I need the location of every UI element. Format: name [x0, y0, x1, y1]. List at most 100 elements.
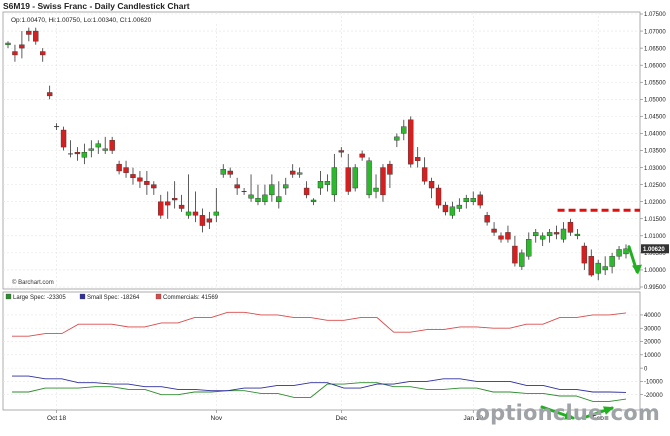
candle-up — [317, 181, 324, 189]
candle-up — [519, 252, 525, 267]
x-tick-label: Nov — [211, 415, 223, 422]
candle-up — [213, 211, 220, 216]
candle-down — [19, 44, 25, 49]
candle-up — [456, 204, 463, 209]
watermark: optionclue.com — [475, 401, 660, 425]
candle-down — [435, 187, 442, 206]
candle-down — [512, 245, 518, 264]
candle-down — [414, 157, 421, 161]
candle-up — [595, 262, 601, 274]
candle-down — [40, 51, 46, 56]
candle-down — [553, 232, 560, 235]
candle-up — [310, 199, 317, 202]
cot-panel — [2, 291, 641, 411]
cot-y-tick-label: 40000 — [644, 313, 661, 319]
candle-down — [178, 204, 185, 209]
candle-down — [505, 232, 511, 240]
candle-down — [158, 201, 164, 216]
candle-up — [560, 228, 567, 240]
cot-y-tick-label: -20000 — [644, 393, 663, 399]
chart-svg: S6M19 - Swiss Franc - Daily Candlestick … — [0, 0, 670, 431]
price-y-tick-label: 1.02500 — [644, 183, 666, 189]
cot-y-tick-label: 20000 — [644, 340, 661, 346]
cot-legend-swatch — [155, 293, 162, 300]
candle-up — [185, 211, 192, 216]
candle-down — [345, 167, 351, 192]
candle-down — [421, 167, 428, 182]
candle-up — [262, 194, 268, 202]
candle-up — [296, 172, 303, 175]
candle-down — [116, 163, 122, 172]
candle-up — [88, 148, 95, 151]
candle-up — [609, 256, 615, 267]
candle-down — [192, 211, 199, 216]
candle-down — [109, 140, 115, 151]
price-y-tick-label: 1.01500 — [644, 217, 666, 223]
cot-y-tick-label: 10000 — [644, 353, 661, 359]
candle-down — [46, 92, 53, 97]
candle-up — [463, 198, 469, 202]
candle-down — [26, 30, 32, 35]
candle-down — [74, 152, 81, 155]
candle-up — [248, 194, 254, 199]
candle-down — [408, 119, 414, 165]
cot-legend-label: Commercials: 41569 — [163, 295, 219, 301]
cot-legend-swatch — [79, 293, 86, 300]
candle-up — [449, 206, 456, 216]
candle-up — [366, 160, 372, 196]
price-y-tick-label: 1.05000 — [644, 98, 666, 104]
price-y-tick-label: 0.99500 — [644, 285, 666, 291]
price-y-tick-label: 1.05500 — [644, 80, 666, 86]
candle-up — [102, 148, 108, 151]
candle-down — [491, 228, 497, 233]
price-y-tick-label: 1.06000 — [644, 63, 666, 69]
candle-up — [324, 181, 331, 185]
cot-legend-label: Large Spec: -23305 — [13, 295, 66, 301]
candle-up — [255, 198, 261, 202]
cot-y-tick-label: 30000 — [644, 326, 661, 332]
candle-down — [498, 235, 504, 240]
candle-up — [533, 232, 539, 237]
cot-legend-swatch — [5, 293, 12, 300]
candle-down — [477, 194, 483, 206]
candle-down — [588, 256, 594, 276]
cot-y-tick-label: -10000 — [644, 380, 663, 386]
candle-up — [470, 198, 476, 202]
candle-up — [331, 167, 338, 196]
chart-title: S6M19 - Swiss Franc - Daily Candlestick … — [3, 1, 190, 11]
candle-down — [227, 170, 233, 175]
candle-down — [428, 181, 435, 189]
candle-down — [123, 167, 129, 173]
cot-legend-label: Small Spec: -18264 — [87, 295, 140, 301]
candle-down — [144, 181, 150, 185]
candle-down — [151, 184, 157, 189]
price-y-tick-label: 1.00000 — [644, 268, 666, 274]
candle-up — [574, 233, 581, 237]
candle-up — [526, 239, 532, 257]
candle-up — [95, 143, 101, 148]
price-y-tick-label: 1.07000 — [644, 29, 666, 35]
x-tick-label: Oct 18 — [47, 415, 67, 422]
price-y-tick-label: 1.03000 — [644, 166, 666, 172]
candle-down — [199, 215, 206, 226]
candle-up — [616, 249, 622, 257]
candle-down — [60, 129, 67, 148]
candle-down — [442, 204, 449, 213]
candle-down — [567, 221, 574, 233]
candle-down — [234, 184, 240, 189]
candle-down — [206, 218, 213, 223]
candle-up — [401, 126, 407, 134]
price-y-tick-label: 1.04500 — [644, 115, 666, 121]
candle-up — [352, 167, 358, 189]
candle-down — [171, 198, 178, 201]
candle-up — [81, 152, 88, 158]
candle-up — [602, 266, 608, 271]
chart-root: S6M19 - Swiss Franc - Daily Candlestick … — [0, 0, 670, 431]
candle-up — [283, 184, 289, 189]
last-price-label: 1.00620 — [643, 247, 665, 253]
candle-down — [359, 153, 365, 158]
price-y-tick-label: 1.03500 — [644, 149, 666, 155]
candle-down — [484, 215, 490, 223]
candle-up — [394, 136, 400, 141]
candle-down — [12, 51, 18, 56]
